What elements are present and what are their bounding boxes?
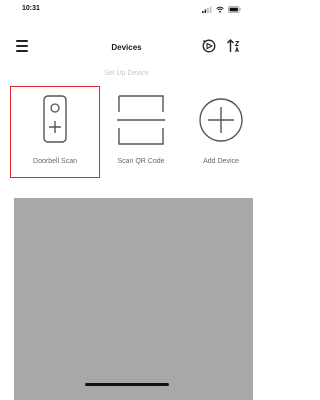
sort-icon[interactable] — [226, 38, 242, 54]
wifi-icon — [216, 6, 224, 13]
nav-bar: Devices — [0, 30, 253, 64]
doorbell-scan-highlight — [10, 86, 100, 178]
plus-circle-icon — [199, 98, 243, 142]
add-device-option[interactable]: Add Device — [180, 86, 262, 178]
signal-icon — [202, 6, 212, 13]
status-time: 10:31 — [22, 5, 40, 12]
scan-icon[interactable] — [201, 38, 217, 54]
scan-qr-code-label: Scan QR Code — [117, 158, 165, 165]
content-placeholder — [14, 198, 253, 400]
status-icons — [202, 6, 241, 13]
qr-scan-icon — [117, 95, 165, 145]
scan-qr-code-option[interactable]: Scan QR Code — [100, 86, 182, 178]
battery-icon — [228, 6, 241, 13]
setup-subtitle: Set Up Device — [104, 70, 149, 77]
status-bar: 10:31 — [0, 0, 253, 22]
home-indicator — [85, 383, 169, 386]
add-device-label: Add Device — [203, 158, 239, 165]
